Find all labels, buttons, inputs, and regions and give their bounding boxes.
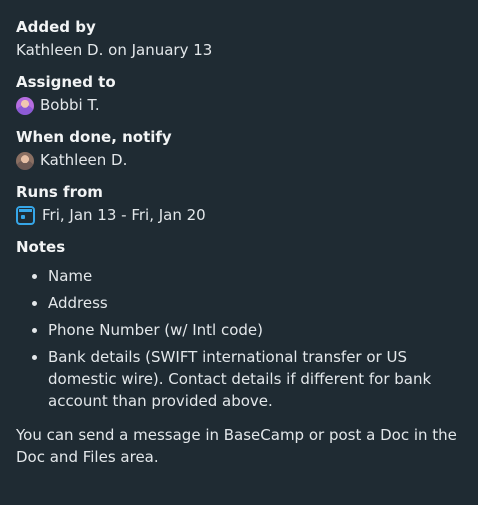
list-item: Bank details (SWIFT international transf… [48, 346, 462, 412]
notify-person-name[interactable]: Kathleen D. [40, 151, 127, 170]
date-range-text: Fri, Jan 13 - Fri, Jan 20 [42, 206, 206, 224]
added-by-section: Added by Kathleen D. on January 13 [16, 18, 462, 60]
added-by-label: Added by [16, 18, 96, 36]
notify-person[interactable]: Kathleen D. [16, 151, 462, 170]
notes-footer: You can send a message in BaseCamp or po… [16, 426, 457, 466]
assigned-to-section: Assigned to Bobbi T. [16, 73, 462, 115]
list-item: Name [48, 265, 462, 287]
avatar [16, 96, 34, 115]
added-by-value: Kathleen D. on January 13 [16, 41, 213, 59]
calendar-icon [16, 206, 35, 225]
list-item: Phone Number (w/ Intl code) [48, 319, 462, 341]
assignee[interactable]: Bobbi T. [16, 96, 462, 115]
runs-from-label: Runs from [16, 183, 103, 201]
notes-list: Name Address Phone Number (w/ Intl code)… [16, 265, 462, 412]
assignee-name[interactable]: Bobbi T. [40, 96, 100, 115]
date-range[interactable]: Fri, Jan 13 - Fri, Jan 20 [16, 206, 462, 225]
notes-section: Notes Name Address Phone Number (w/ Intl… [16, 238, 462, 468]
notify-label: When done, notify [16, 128, 172, 146]
runs-from-section: Runs from Fri, Jan 13 - Fri, Jan 20 [16, 183, 462, 225]
notify-section: When done, notify Kathleen D. [16, 128, 462, 170]
list-item: Address [48, 292, 462, 314]
assigned-to-label: Assigned to [16, 73, 116, 91]
notes-label: Notes [16, 238, 66, 256]
todo-details-panel: Added by Kathleen D. on January 13 Assig… [0, 0, 478, 505]
avatar [16, 151, 34, 170]
